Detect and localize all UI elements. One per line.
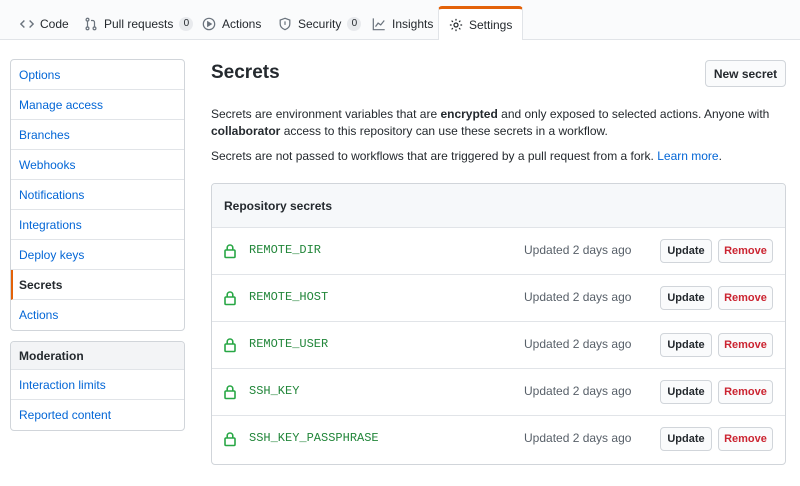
fork-note: Secrets are not passed to workflows that… xyxy=(211,148,781,165)
secret-updated: Updated 2 days ago xyxy=(524,337,632,351)
tab-settings-label: Settings xyxy=(469,17,513,32)
sidebar-item-integrations[interactable]: Integrations xyxy=(11,210,184,240)
lock-icon xyxy=(223,243,237,259)
remove-button[interactable]: Remove xyxy=(718,380,773,404)
sidebar-item-reported-content[interactable]: Reported content xyxy=(11,400,184,430)
description-bold-collaborator: collaborator xyxy=(211,124,281,138)
update-button[interactable]: Update xyxy=(660,333,712,357)
tab-actions-label: Actions xyxy=(222,16,262,31)
update-button[interactable]: Update xyxy=(660,380,712,404)
sidebar-item-secrets[interactable]: Secrets xyxy=(11,270,184,300)
secret-updated: Updated 2 days ago xyxy=(524,290,632,304)
secret-row: SSH_KEY_PASSPHRASE Updated 2 days ago Up… xyxy=(212,416,785,463)
sidebar-item-deploy-keys[interactable]: Deploy keys xyxy=(11,240,184,270)
update-button[interactable]: Update xyxy=(660,286,712,310)
lock-icon xyxy=(223,431,237,447)
description-text-1: Secrets are environment variables that a… xyxy=(211,107,441,121)
secret-name: REMOTE_DIR xyxy=(249,243,322,257)
secret-row: REMOTE_USER Updated 2 days ago Update Re… xyxy=(212,322,785,369)
description-bold-encrypted: encrypted xyxy=(440,107,498,121)
secret-updated: Updated 2 days ago xyxy=(524,243,632,257)
sidebar-item-webhooks[interactable]: Webhooks xyxy=(11,150,184,180)
repo-tab-bar: Code Pull requests 0 Actions Security 0 … xyxy=(0,0,800,40)
repository-secrets-box: Repository secrets REMOTE_DIR Updated 2 … xyxy=(211,183,786,465)
moderation-sidebar: Moderation Interaction limits Reported c… xyxy=(10,341,185,431)
secrets-description: Secrets are environment variables that a… xyxy=(211,106,781,140)
remove-button[interactable]: Remove xyxy=(718,333,773,357)
tab-settings[interactable]: Settings xyxy=(438,6,524,40)
tab-security-label: Security xyxy=(298,16,342,31)
sidebar-item-notifications[interactable]: Notifications xyxy=(11,180,184,210)
tab-insights[interactable]: Insights xyxy=(362,7,443,40)
tab-code-label: Code xyxy=(40,16,69,31)
secret-updated: Updated 2 days ago xyxy=(524,384,632,398)
pull-request-icon xyxy=(84,17,98,31)
sidebar-item-options[interactable]: Options xyxy=(11,60,184,90)
lock-icon xyxy=(223,290,237,306)
remove-button[interactable]: Remove xyxy=(718,239,773,263)
tab-code[interactable]: Code xyxy=(10,7,79,40)
update-button[interactable]: Update xyxy=(660,427,712,451)
play-icon xyxy=(202,17,216,31)
tab-security[interactable]: Security 0 xyxy=(268,7,371,40)
tab-insights-label: Insights xyxy=(392,16,434,31)
page-title: Secrets xyxy=(211,62,280,83)
sidebar-item-actions[interactable]: Actions xyxy=(11,300,184,330)
sidebar-item-interaction-limits[interactable]: Interaction limits xyxy=(11,370,184,400)
description-text-2: and only exposed to selected actions. An… xyxy=(497,107,770,121)
security-count: 0 xyxy=(347,16,362,31)
shield-icon xyxy=(278,17,292,31)
fork-note-period: . xyxy=(718,149,722,163)
sidebar-item-manage-access[interactable]: Manage access xyxy=(11,90,184,120)
tab-actions[interactable]: Actions xyxy=(192,7,271,40)
repository-secrets-heading: Repository secrets xyxy=(212,184,785,228)
description-text-3: access to this repository can use these … xyxy=(280,124,608,138)
secret-row: SSH_KEY Updated 2 days ago Update Remove xyxy=(212,369,785,416)
learn-more-link[interactable]: Learn more xyxy=(657,149,718,163)
tab-pull-requests[interactable]: Pull requests 0 xyxy=(74,7,203,40)
new-secret-button[interactable]: New secret xyxy=(705,60,786,87)
lock-icon xyxy=(223,384,237,400)
update-button[interactable]: Update xyxy=(660,239,712,263)
settings-sidebar: Options Manage access Branches Webhooks … xyxy=(10,59,185,331)
secret-updated: Updated 2 days ago xyxy=(524,431,632,445)
secret-name: REMOTE_USER xyxy=(249,337,329,351)
lock-icon xyxy=(223,337,237,353)
moderation-heading: Moderation xyxy=(11,342,184,370)
secret-name: SSH_KEY xyxy=(249,384,300,398)
remove-button[interactable]: Remove xyxy=(718,427,773,451)
secret-row: REMOTE_HOST Updated 2 days ago Update Re… xyxy=(212,275,785,322)
remove-button[interactable]: Remove xyxy=(718,286,773,310)
secret-row: REMOTE_DIR Updated 2 days ago Update Rem… xyxy=(212,228,785,275)
code-icon xyxy=(20,17,34,31)
graph-icon xyxy=(372,17,386,31)
gear-icon xyxy=(449,18,463,32)
sidebar-item-branches[interactable]: Branches xyxy=(11,120,184,150)
fork-note-text: Secrets are not passed to workflows that… xyxy=(211,149,658,163)
secret-name: SSH_KEY_PASSPHRASE xyxy=(249,431,379,445)
secret-name: REMOTE_HOST xyxy=(249,290,329,304)
tab-pull-requests-label: Pull requests xyxy=(104,16,174,31)
